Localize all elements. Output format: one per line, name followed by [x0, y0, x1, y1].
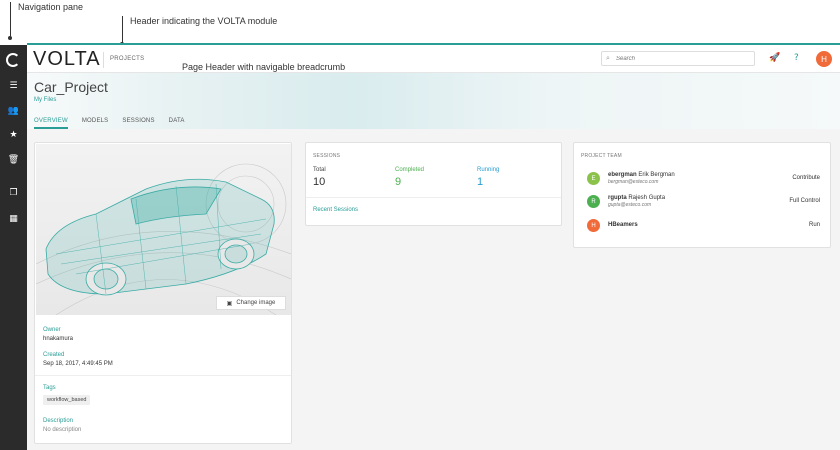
member-username: HBeamers — [608, 222, 638, 228]
project-image: ▣ Change image — [36, 144, 291, 315]
project-team-card: PROJECT TEAM E ebergman Erik Bergman ber… — [573, 142, 831, 248]
card-divider — [35, 375, 291, 376]
member-role[interactable]: Full Control — [789, 198, 820, 204]
total-value: 10 — [313, 176, 326, 188]
module-header: VOLTA PROJECTS ⌕ 🚀 ? H — [27, 45, 840, 73]
member-name[interactable]: HBeamers — [608, 222, 638, 228]
search-input[interactable] — [616, 53, 746, 64]
sessions-heading: SESSIONS — [313, 153, 341, 159]
navigation-pane: ☰ 👥 ★ 🗑 ❐ ▦ — [0, 45, 27, 450]
nav-annotation-line — [10, 2, 11, 38]
member-email: gupta@esteco.com — [608, 202, 652, 208]
tab-data[interactable]: DATA — [169, 118, 185, 129]
search-box[interactable]: ⌕ — [601, 51, 755, 66]
tags-label: Tags — [43, 385, 56, 391]
member-role[interactable]: Contribute — [792, 175, 820, 181]
member-fullname: Erik Bergman — [638, 172, 675, 178]
header-annotation: Header indicating the VOLTA module — [130, 16, 278, 26]
owner-label: Owner — [43, 327, 61, 333]
member-username: rgupta — [608, 195, 627, 201]
completed-value: 9 — [395, 176, 402, 188]
running-label: Running — [477, 167, 500, 173]
header-annotation-line — [122, 16, 123, 44]
description-value: No description — [43, 427, 82, 433]
page-title: Car_Project — [34, 79, 108, 95]
copy-icon[interactable]: ❐ — [0, 186, 27, 200]
total-label: Total — [313, 167, 326, 173]
car-wireframe-image — [36, 163, 291, 315]
logo-ring-icon[interactable] — [6, 53, 20, 67]
sessions-card: SESSIONS Total 10 Completed 9 Running 1 … — [305, 142, 562, 226]
member-fullname: Rajesh Gupta — [628, 195, 666, 201]
change-image-button[interactable]: ▣ Change image — [216, 296, 286, 310]
recent-sessions-link[interactable]: Recent Sessions — [313, 207, 358, 213]
owner-value: hnakamura — [43, 336, 74, 342]
page-header-annotation: Page Header with navigable breadcrumb — [182, 62, 346, 72]
breadcrumb[interactable]: My Files — [34, 97, 56, 103]
sessions-divider — [306, 197, 561, 198]
nav-annotation-dot — [8, 36, 12, 40]
user-avatar[interactable]: H — [816, 51, 832, 67]
tag-chip[interactable]: workflow_based — [43, 395, 91, 405]
main-content: ▣ Change image Owner hnakamura Created S… — [27, 129, 840, 450]
grid-icon[interactable]: ▦ — [0, 212, 27, 226]
brand-logo[interactable]: VOLTA — [33, 48, 101, 71]
list-icon[interactable]: ☰ — [0, 79, 27, 93]
member-username: ebergman — [608, 172, 637, 178]
tab-bar: OVERVIEW MODELS SESSIONS DATA — [34, 118, 185, 129]
tab-overview[interactable]: OVERVIEW — [34, 118, 68, 129]
module-name[interactable]: PROJECTS — [110, 56, 144, 62]
help-icon[interactable]: ? — [794, 53, 799, 63]
completed-label: Completed — [395, 167, 425, 173]
project-info-card: ▣ Change image Owner hnakamura Created S… — [34, 142, 292, 444]
member-email: bergman@esteco.com — [608, 179, 659, 185]
member-role[interactable]: Run — [809, 222, 820, 228]
star-icon[interactable]: ★ — [0, 128, 27, 142]
change-image-label: Change image — [236, 300, 276, 306]
running-value: 1 — [477, 176, 484, 188]
image-icon: ▣ — [226, 299, 233, 307]
member-avatar: E — [587, 172, 600, 185]
tab-sessions[interactable]: SESSIONS — [122, 118, 154, 129]
tab-models[interactable]: MODELS — [82, 118, 109, 129]
description-label: Description — [43, 418, 74, 424]
member-avatar: R — [587, 195, 600, 208]
trash-icon[interactable]: 🗑 — [0, 153, 27, 167]
nav-annotation: Navigation pane — [18, 2, 84, 12]
member-name[interactable]: ebergman Erik Bergman — [608, 172, 675, 178]
created-label: Created — [43, 352, 65, 358]
search-icon: ⌕ — [606, 54, 610, 62]
page-header: Car_Project My Files OVERVIEW MODELS SES… — [27, 73, 840, 129]
header-divider — [103, 52, 104, 68]
people-icon[interactable]: 👥 — [0, 104, 27, 118]
created-value: Sep 18, 2017, 4:49:45 PM — [43, 361, 113, 367]
team-heading: PROJECT TEAM — [581, 153, 622, 159]
member-name[interactable]: rgupta Rajesh Gupta — [608, 195, 665, 201]
member-avatar: H — [587, 219, 600, 232]
rocket-icon[interactable]: 🚀 — [769, 53, 780, 63]
